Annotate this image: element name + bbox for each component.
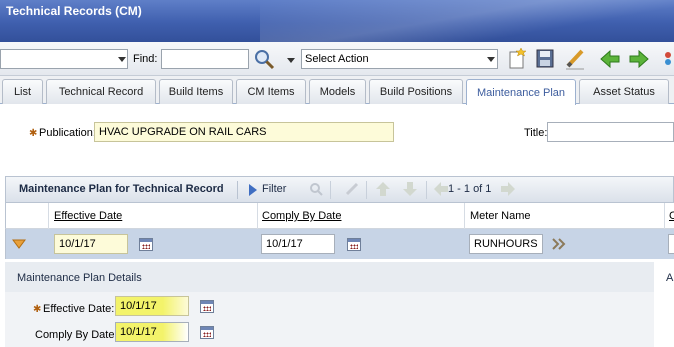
paging-info: 1 - 1 of 1: [448, 183, 492, 195]
details-title: Maintenance Plan Details: [17, 272, 142, 284]
publication-label: Publication:: [39, 127, 96, 139]
previous-page-disabled-icon: [433, 181, 449, 197]
row-effective-date-value: 10/1/17: [59, 238, 96, 250]
publication-value: HVAC UPGRADE ON RAIL CARS: [99, 126, 267, 138]
tab-models[interactable]: Models: [309, 79, 366, 104]
calendar-icon[interactable]: [200, 300, 214, 313]
effective-date-field[interactable]: 10/1/17: [115, 296, 189, 316]
action-select[interactable]: Select Action: [301, 49, 498, 69]
find-label: Find:: [133, 53, 158, 65]
details-right-label: A: [666, 272, 674, 284]
tab-build-items[interactable]: Build Items: [159, 79, 233, 104]
column-effective-date[interactable]: Effective Date: [54, 210, 122, 222]
forward-arrow-icon[interactable]: [628, 48, 650, 70]
new-document-icon[interactable]: [506, 47, 528, 71]
tab-technical-record[interactable]: Technical Record: [46, 79, 156, 104]
column-c[interactable]: C: [669, 210, 674, 222]
row-meter-name-field[interactable]: RUNHOURS: [469, 234, 543, 254]
window-title: Technical Records (CM): [6, 4, 142, 18]
effective-date-value: 10/1/17: [120, 300, 157, 312]
calendar-icon[interactable]: [347, 238, 361, 251]
details-header: Maintenance Plan Details: [5, 262, 654, 292]
next-page-disabled-icon: [500, 181, 516, 197]
tab-list[interactable]: List: [2, 79, 43, 104]
tab-bar: List Technical Record Build Items CM Ite…: [0, 76, 674, 105]
toolbar: Find: Select Action: [0, 42, 674, 76]
edit-disabled-icon: [345, 182, 359, 196]
double-chevron-icon[interactable]: [551, 237, 567, 251]
required-marker: ✱: [33, 304, 42, 315]
expand-arrow-icon[interactable]: [12, 239, 26, 249]
column-divider: [48, 203, 49, 229]
column-divider: [257, 203, 258, 229]
divider: [237, 181, 238, 199]
calendar-icon[interactable]: [139, 238, 153, 251]
title-field[interactable]: [547, 122, 674, 142]
publication-field[interactable]: HVAC UPGRADE ON RAIL CARS: [94, 122, 394, 142]
column-meter-name[interactable]: Meter Name: [470, 210, 531, 222]
comply-by-date-label: Comply By Date:: [35, 329, 118, 341]
grid-column-header: Effective Date Comply By Date Meter Name…: [5, 203, 674, 229]
move-up-disabled-icon: [375, 181, 391, 197]
more-tools-icon[interactable]: [658, 49, 674, 69]
filter-icon[interactable]: [247, 183, 259, 197]
effective-date-label: Effective Date:: [43, 303, 115, 315]
search-disabled-icon: [309, 182, 323, 196]
row-comply-by-date-value: 10/1/17: [266, 238, 303, 250]
divider: [330, 181, 331, 199]
action-select-value: Select Action: [305, 53, 369, 65]
tab-maintenance-plan[interactable]: Maintenance Plan: [466, 79, 576, 105]
back-arrow-icon[interactable]: [599, 48, 621, 70]
titlebar-decoration: [260, 0, 674, 42]
divider: [426, 181, 427, 199]
edit-icon[interactable]: [564, 47, 586, 71]
table-row[interactable]: 10/1/17 10/1/17 RUNHOURS: [5, 229, 674, 259]
chevron-down-icon: [487, 57, 495, 62]
grid-title: Maintenance Plan for Technical Record: [19, 183, 224, 195]
window-titlebar: Technical Records (CM): [0, 0, 674, 42]
view-select[interactable]: [0, 49, 128, 69]
move-down-disabled-icon: [402, 181, 418, 197]
row-c-field[interactable]: [668, 234, 674, 254]
required-marker: ✱: [29, 128, 38, 139]
find-input[interactable]: [161, 49, 249, 69]
row-effective-date-field[interactable]: 10/1/17: [54, 234, 128, 254]
column-divider: [664, 203, 665, 229]
search-options-chevron-icon[interactable]: [287, 58, 295, 63]
tab-asset-status[interactable]: Asset Status: [579, 79, 669, 104]
calendar-icon[interactable]: [200, 326, 214, 339]
grid-panel-header: Maintenance Plan for Technical Record Fi…: [5, 176, 674, 203]
column-comply-by-date[interactable]: Comply By Date: [262, 210, 341, 222]
row-comply-by-date-field[interactable]: 10/1/17: [261, 234, 335, 254]
search-icon[interactable]: [253, 48, 277, 70]
column-divider: [464, 203, 465, 229]
comply-by-date-value: 10/1/17: [120, 326, 157, 338]
row-meter-name-value: RUNHOURS: [474, 238, 538, 250]
divider: [366, 181, 367, 199]
save-icon[interactable]: [535, 48, 555, 70]
title-label: Title:: [524, 127, 548, 139]
comply-by-date-field[interactable]: 10/1/17: [115, 322, 189, 342]
tab-cm-items[interactable]: CM Items: [236, 79, 306, 104]
filter-button[interactable]: Filter: [262, 183, 286, 195]
chevron-down-icon: [118, 57, 126, 62]
tab-build-positions[interactable]: Build Positions: [369, 79, 463, 104]
details-side-gap: A: [654, 262, 674, 347]
